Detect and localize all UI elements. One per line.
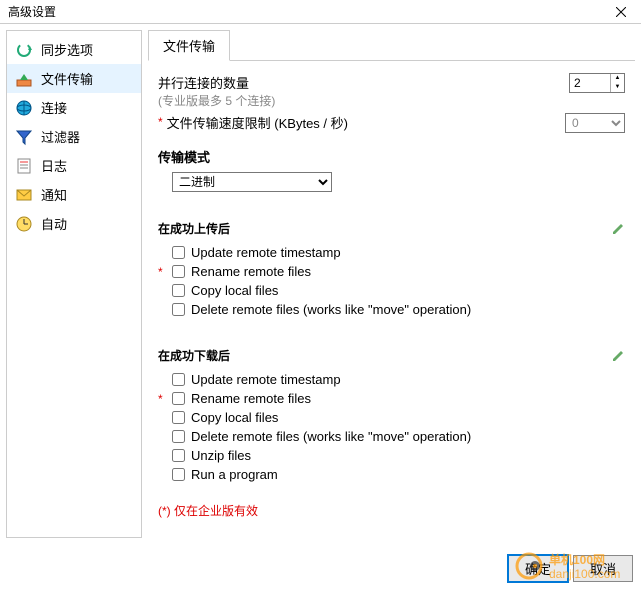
parallel-label: 并行连接的数量 — [158, 73, 569, 92]
pencil-icon[interactable] — [611, 349, 625, 363]
checkbox-label: Copy local files — [191, 283, 278, 298]
checkbox[interactable] — [172, 430, 185, 443]
sidebar-label: 自动 — [41, 214, 67, 233]
sidebar-item-auto[interactable]: 自动 — [7, 209, 141, 238]
required-marker: * — [158, 265, 163, 279]
sidebar-item-transfer[interactable]: 文件传输 — [7, 64, 141, 93]
upload-opt-2: Copy local files — [158, 281, 625, 300]
dialog-footer: 确定 取消 — [507, 554, 633, 583]
sidebar-label: 过滤器 — [41, 127, 80, 146]
mode-heading: 传输模式 — [158, 147, 625, 166]
pencil-icon[interactable] — [611, 222, 625, 236]
transfer-icon — [15, 70, 33, 88]
checkbox-label: Update remote timestamp — [191, 372, 341, 387]
titlebar: 高级设置 — [0, 0, 641, 24]
tab-file-transfer[interactable]: 文件传输 — [148, 30, 230, 61]
upload-heading: 在成功上传后 — [158, 220, 230, 237]
upload-opt-1: * Rename remote files — [158, 262, 625, 281]
download-opt-4: Unzip files — [158, 446, 625, 465]
download-opt-3: Delete remote files (works like "move" o… — [158, 427, 625, 446]
close-button[interactable] — [601, 0, 641, 24]
checkbox-label: Delete remote files (works like "move" o… — [191, 429, 471, 444]
mail-icon — [15, 186, 33, 204]
checkbox[interactable] — [172, 392, 185, 405]
checkbox[interactable] — [172, 303, 185, 316]
ok-button[interactable]: 确定 — [507, 554, 569, 583]
checkbox-label: Copy local files — [191, 410, 278, 425]
sidebar-label: 连接 — [41, 98, 67, 117]
checkbox[interactable] — [172, 411, 185, 424]
checkbox-label: Run a program — [191, 467, 278, 482]
dialog-body: 同步选项 文件传输 连接 过滤器 日志 通知 自动 文件传输 — [0, 24, 641, 544]
funnel-icon — [15, 128, 33, 146]
main-panel: 文件传输 并行连接的数量 (专业版最多 5 个连接) ▲▼ * 文件传输速度限制… — [148, 30, 635, 538]
required-marker: * — [158, 113, 163, 131]
checkbox-label: Rename remote files — [191, 264, 311, 279]
clock-icon — [15, 215, 33, 233]
enterprise-note: (*) 仅在企业版有效 — [158, 502, 625, 519]
sidebar-item-filter[interactable]: 过滤器 — [7, 122, 141, 151]
globe-icon — [15, 99, 33, 117]
sidebar-item-notify[interactable]: 通知 — [7, 180, 141, 209]
checkbox-label: Unzip files — [191, 448, 251, 463]
checkbox[interactable] — [172, 468, 185, 481]
download-opt-1: * Rename remote files — [158, 389, 625, 408]
speed-select[interactable]: 0 — [565, 113, 625, 133]
sidebar-label: 日志 — [41, 156, 67, 175]
sidebar-label: 通知 — [41, 185, 67, 204]
sidebar-item-connection[interactable]: 连接 — [7, 93, 141, 122]
checkbox[interactable] — [172, 373, 185, 386]
cancel-button[interactable]: 取消 — [573, 555, 633, 582]
download-opt-0: Update remote timestamp — [158, 370, 625, 389]
download-opt-2: Copy local files — [158, 408, 625, 427]
checkbox[interactable] — [172, 246, 185, 259]
tab-content: 并行连接的数量 (专业版最多 5 个连接) ▲▼ * 文件传输速度限制 (KBy… — [148, 61, 635, 538]
tab-bar: 文件传输 — [148, 30, 635, 61]
upload-opt-3: Delete remote files (works like "move" o… — [158, 300, 625, 319]
parallel-hint: (专业版最多 5 个连接) — [158, 92, 569, 109]
required-marker: * — [158, 392, 163, 406]
download-opt-5: Run a program — [158, 465, 625, 484]
checkbox-label: Rename remote files — [191, 391, 311, 406]
refresh-icon — [15, 41, 33, 59]
parallel-spinner[interactable]: ▲▼ — [569, 73, 625, 93]
checkbox[interactable] — [172, 449, 185, 462]
mode-select[interactable]: 二进制 — [172, 172, 332, 192]
upload-opt-0: Update remote timestamp — [158, 243, 625, 262]
checkbox-label: Delete remote files (works like "move" o… — [191, 302, 471, 317]
download-heading: 在成功下载后 — [158, 347, 230, 364]
log-icon — [15, 157, 33, 175]
sidebar: 同步选项 文件传输 连接 过滤器 日志 通知 自动 — [6, 30, 142, 538]
sidebar-item-sync[interactable]: 同步选项 — [7, 35, 141, 64]
speed-label: 文件传输速度限制 (KBytes / 秒) — [167, 113, 565, 132]
sidebar-label: 同步选项 — [41, 40, 93, 59]
close-icon — [616, 7, 626, 17]
checkbox[interactable] — [172, 284, 185, 297]
checkbox[interactable] — [172, 265, 185, 278]
window-title: 高级设置 — [8, 3, 56, 20]
spin-up-icon[interactable]: ▲ — [611, 74, 624, 83]
parallel-input[interactable] — [570, 74, 610, 92]
sidebar-label: 文件传输 — [41, 69, 93, 88]
checkbox-label: Update remote timestamp — [191, 245, 341, 260]
spin-down-icon[interactable]: ▼ — [611, 83, 624, 92]
sidebar-item-log[interactable]: 日志 — [7, 151, 141, 180]
